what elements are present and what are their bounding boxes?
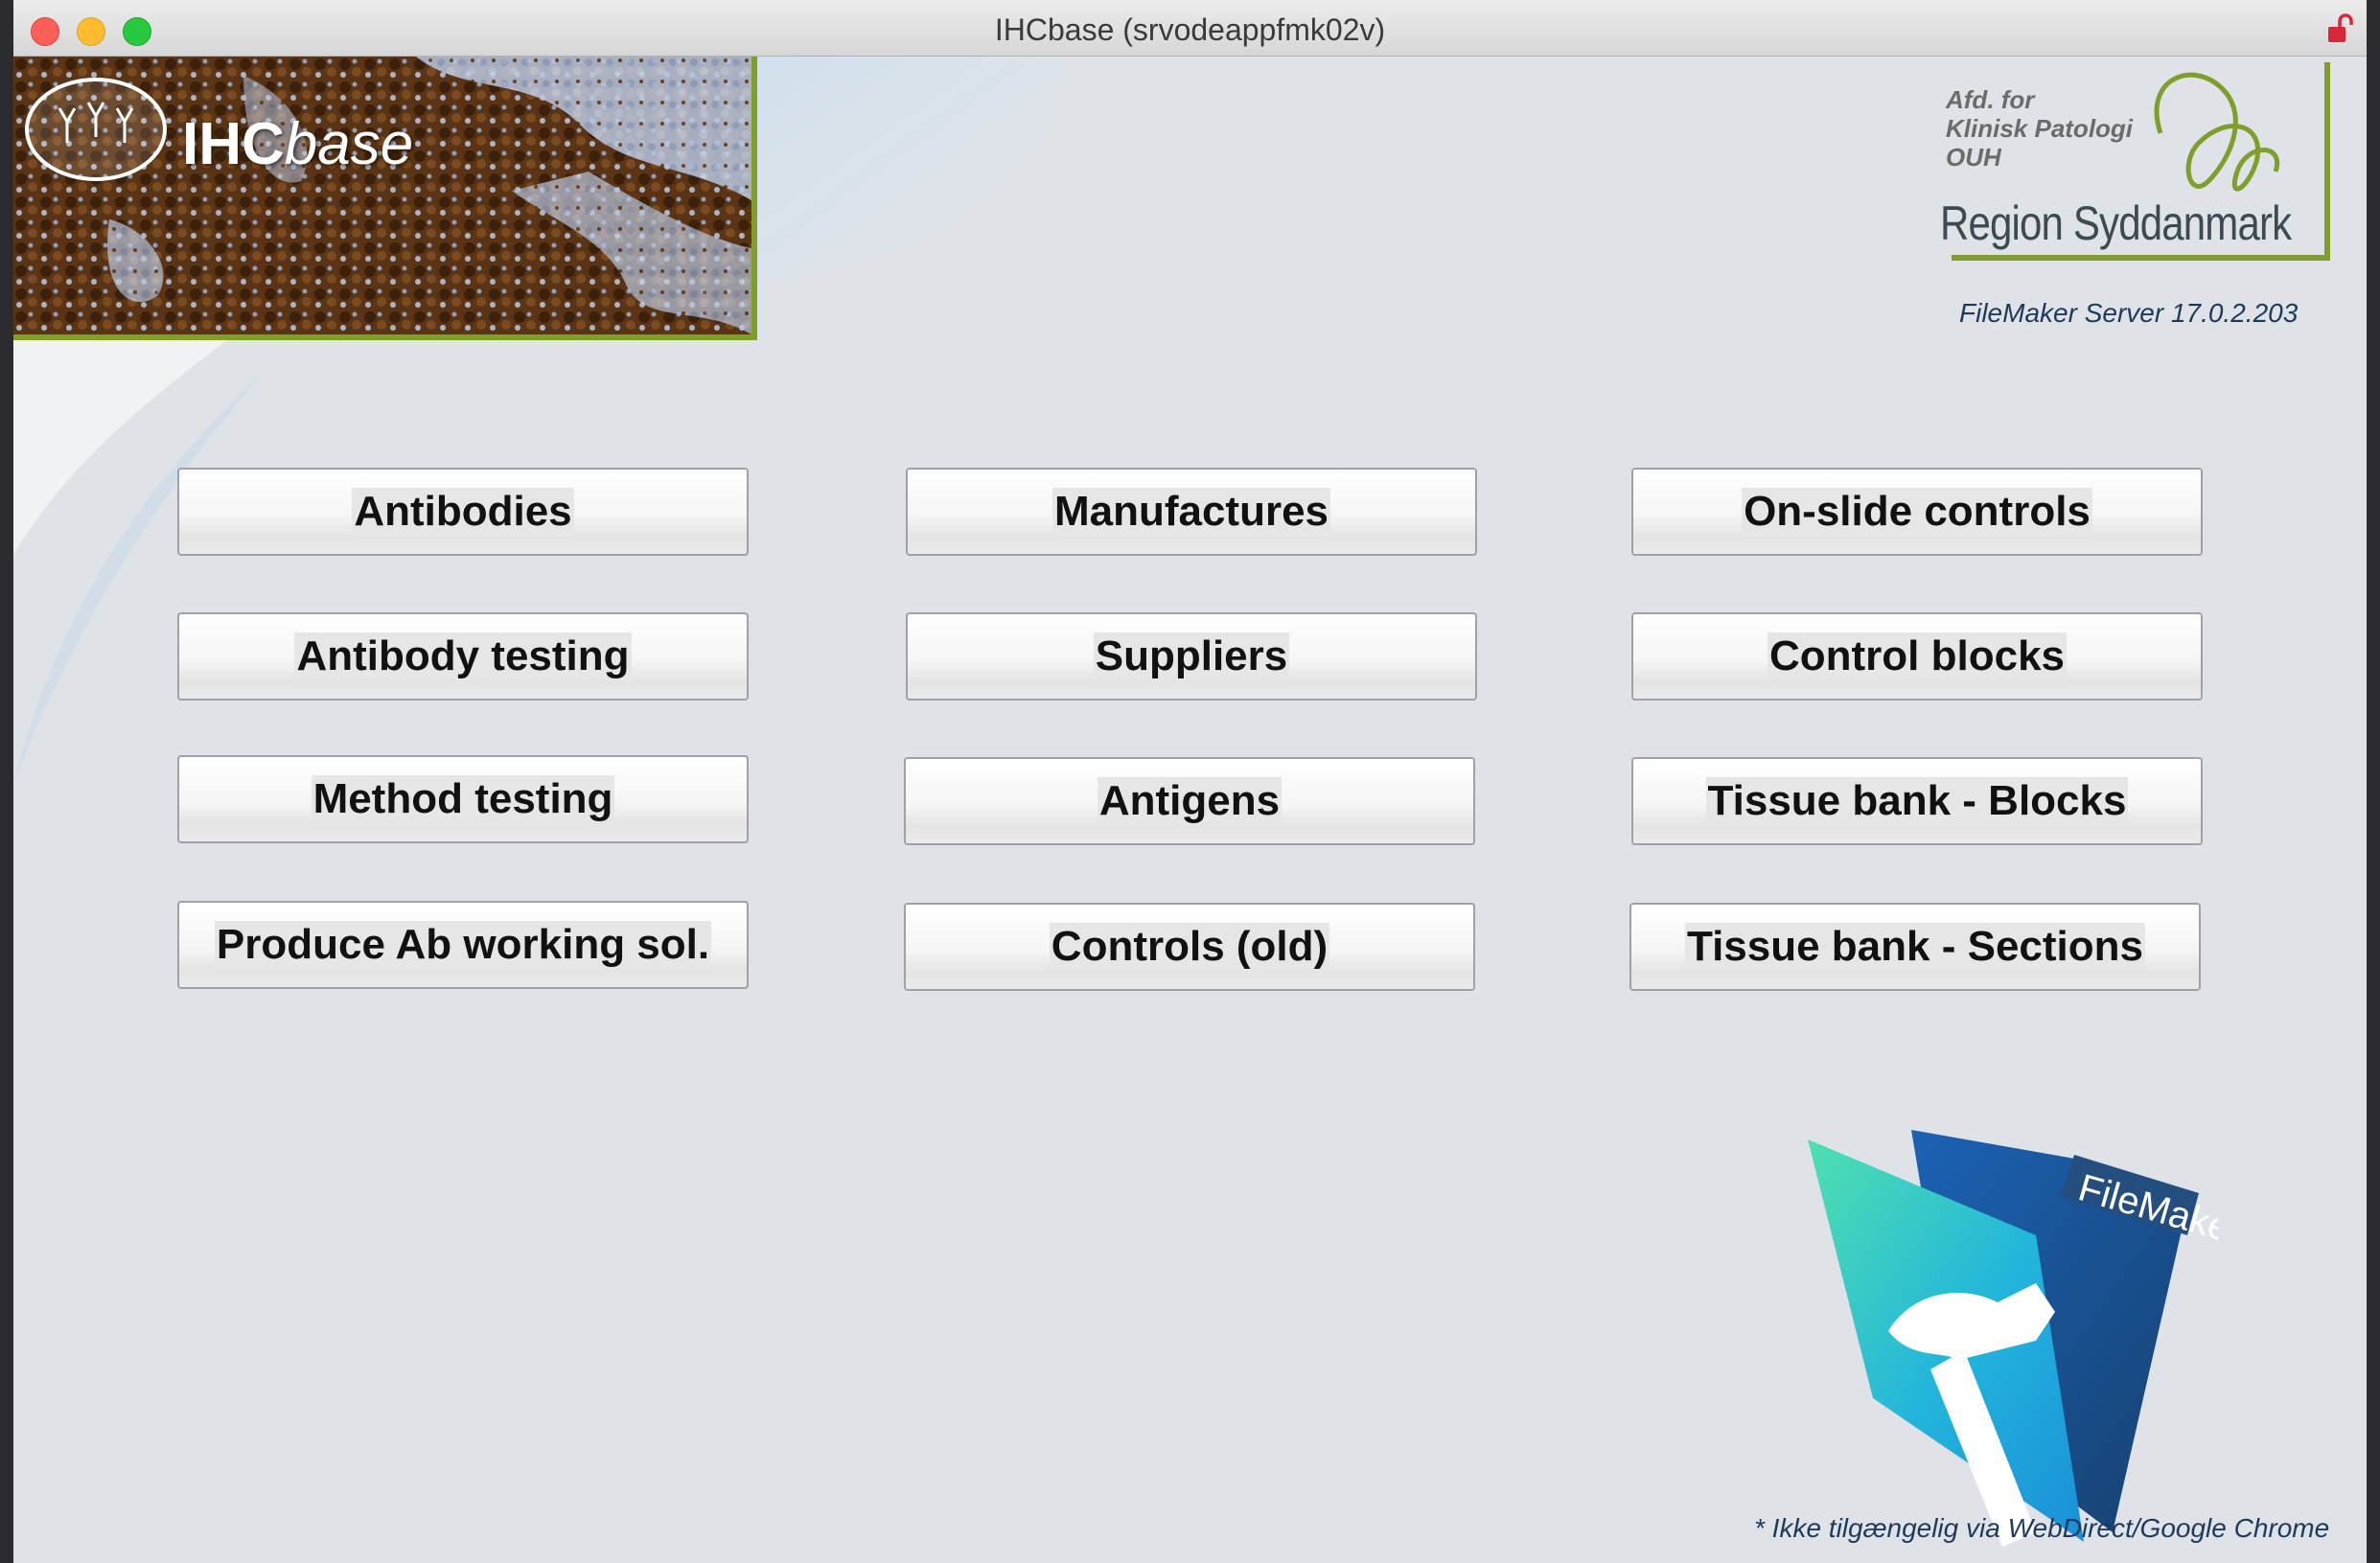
controls-old-button-label: Controls (old) <box>1049 923 1330 971</box>
method-testing-button[interactable]: Method testing <box>177 755 749 843</box>
app-window: IHCbase (srvodeappfmk02v) IHCbase Afd. f… <box>13 0 2367 1563</box>
tissue-bank-blocks-button[interactable]: Tissue bank - Blocks <box>1631 757 2203 845</box>
control-blocks-button[interactable]: Control blocks <box>1631 612 2203 701</box>
suppliers-button-label: Suppliers <box>1093 632 1290 680</box>
footnote-text: * Ikke tilgængelig via WebDirect/Google … <box>1754 1513 2330 1543</box>
antigens-button[interactable]: Antigens <box>904 757 1475 845</box>
unlock-icon[interactable] <box>2326 13 2355 44</box>
antibody-testing-button[interactable]: Antibody testing <box>177 612 749 701</box>
region-name: Region Syddanmark <box>1940 196 2292 250</box>
tissue-bank-blocks-button-label: Tissue bank - Blocks <box>1705 777 2129 825</box>
ihc-antibody-logo-icon <box>25 78 167 181</box>
department-label: Afd. for Klinisk Patologi OUH <box>1946 85 2134 172</box>
controls-old-button[interactable]: Controls (old) <box>904 903 1475 991</box>
app-logo-text: IHCbase <box>182 111 414 177</box>
ihc-header-banner: IHCbase <box>13 57 757 340</box>
antibodies-button-label: Antibodies <box>352 488 574 536</box>
method-testing-button-label: Method testing <box>311 775 615 823</box>
produce-ab-working-sol-button[interactable]: Produce Ab working sol. <box>177 901 749 989</box>
control-blocks-button-label: Control blocks <box>1767 632 2068 680</box>
antibody-testing-button-label: Antibody testing <box>294 632 632 680</box>
manufactures-button[interactable]: Manufactures <box>906 468 1477 556</box>
main-layout: IHCbase Afd. for Klinisk Patologi OUH Re… <box>13 57 2367 1563</box>
antigens-button-label: Antigens <box>1097 777 1282 825</box>
server-version-label: FileMaker Server 17.0.2.203 <box>1959 298 2299 328</box>
on-slide-controls-button-label: On-slide controls <box>1742 488 2092 536</box>
window-title: IHCbase (srvodeappfmk02v) <box>994 12 1386 47</box>
tissue-bank-sections-button[interactable]: Tissue bank - Sections <box>1629 903 2201 991</box>
title-bar[interactable]: IHCbase (srvodeappfmk02v) <box>13 0 2367 57</box>
on-slide-controls-button[interactable]: On-slide controls <box>1631 468 2203 556</box>
produce-ab-button-label: Produce Ab working sol. <box>214 921 712 969</box>
manufactures-button-label: Manufactures <box>1051 488 1331 536</box>
antibodies-button[interactable]: Antibodies <box>177 468 749 556</box>
filemaker-hammer-icon: FileMaker <box>1808 1130 2218 1547</box>
suppliers-button[interactable]: Suppliers <box>906 612 1477 701</box>
tissue-bank-sections-button-label: Tissue bank - Sections <box>1684 923 2145 971</box>
